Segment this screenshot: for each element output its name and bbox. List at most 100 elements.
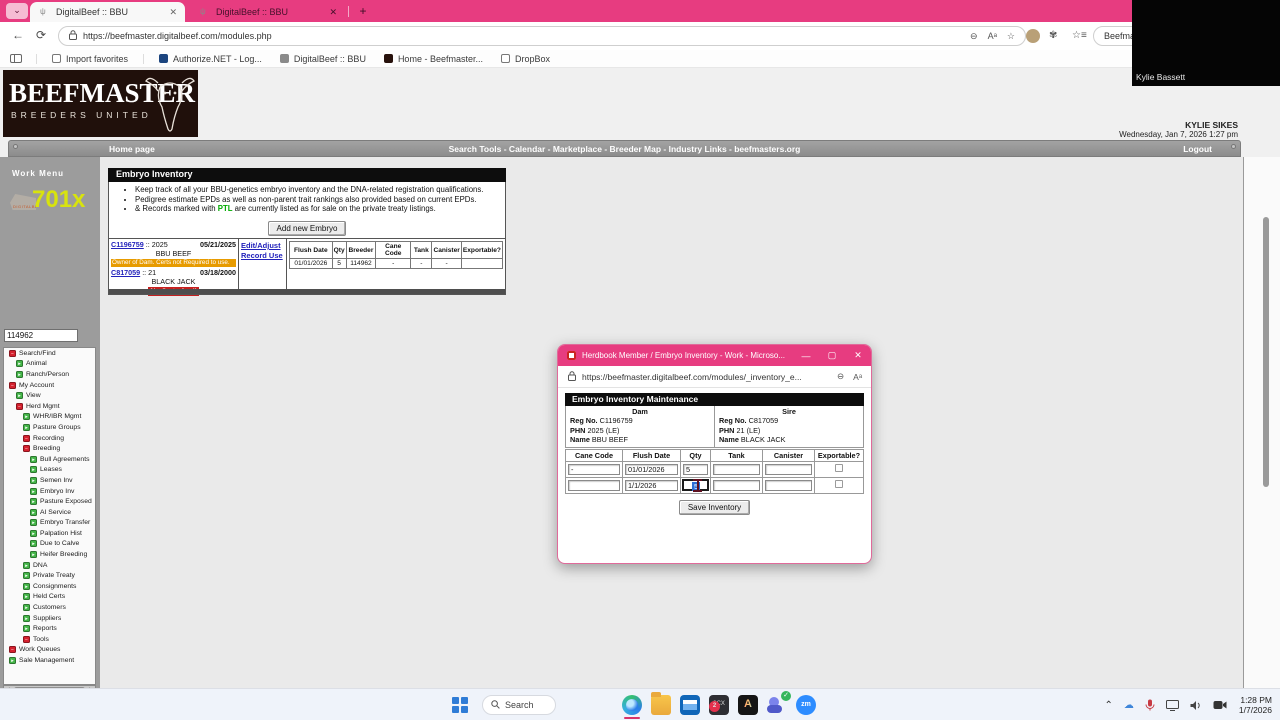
favorite-star-icon[interactable]: ☆ bbox=[1007, 31, 1015, 42]
expand-icon[interactable]: ▸ bbox=[23, 413, 30, 421]
tab-close-icon[interactable]: ✕ bbox=[329, 7, 337, 18]
sidebar-item-heifer-breeding[interactable]: ▸ Heifer Breeding bbox=[4, 549, 95, 560]
sidebar-item-tools[interactable]: − Tools bbox=[4, 634, 95, 645]
sidebar-item-dna[interactable]: ▸ DNA bbox=[4, 560, 95, 571]
tab-close-icon[interactable]: ✕ bbox=[169, 7, 177, 18]
sidebar-item-sale-management[interactable]: ▸ Sale Management bbox=[4, 655, 95, 666]
sidebar-item-embryo-transfer[interactable]: ▸ Embryo Transfer bbox=[4, 518, 95, 529]
qty-input[interactable]: 5 bbox=[683, 463, 708, 475]
canister-input[interactable] bbox=[765, 479, 812, 491]
page-scrollbar-thumb[interactable] bbox=[1263, 217, 1269, 487]
sidebar-item-reports[interactable]: ▸ Reports bbox=[4, 623, 95, 634]
collapse-icon[interactable]: − bbox=[23, 445, 30, 453]
tab-digitalbeef-active[interactable]: ψ DigitalBeef :: BBU ✕ bbox=[30, 2, 185, 22]
address-bar[interactable]: https://beefmaster.digitalbeef.com/modul… bbox=[58, 26, 1026, 46]
sidebar-item-work-queues[interactable]: − Work Queues bbox=[4, 645, 95, 656]
expand-icon[interactable]: ▸ bbox=[9, 657, 16, 665]
bookmark-item[interactable]: Authorize.NET - Log... bbox=[159, 54, 262, 64]
sidebar-item-leases[interactable]: ▸ Leases bbox=[4, 465, 95, 476]
back-button[interactable]: ← bbox=[12, 28, 24, 42]
zoom-out-icon[interactable]: ⊖ bbox=[970, 31, 978, 42]
favorites-hub-icon[interactable]: ☆≡ bbox=[1072, 30, 1087, 41]
sidebar-item-pasture-exposed[interactable]: ▸ Pasture Exposed bbox=[4, 496, 95, 507]
tab-search-menu-button[interactable]: ⌄ bbox=[6, 3, 28, 19]
network-display-icon[interactable] bbox=[1165, 699, 1179, 711]
zoom-app-icon[interactable]: zm bbox=[796, 695, 816, 715]
read-aloud-icon[interactable]: Aᵃ bbox=[853, 372, 862, 382]
sidebar-item-whr-ibr-mgmt[interactable]: ▸ WHR/IBR Mgmt bbox=[4, 412, 95, 423]
qty-input-focused[interactable]: 5 bbox=[682, 479, 709, 492]
taskbar-search[interactable]: Search bbox=[482, 695, 556, 715]
read-aloud-icon[interactable]: Aᵃ bbox=[988, 31, 997, 41]
sidebar-item-recording[interactable]: − Recording bbox=[4, 433, 95, 444]
popup-address-bar[interactable]: https://beefmaster.digitalbeef.com/modul… bbox=[558, 366, 871, 388]
tank-input[interactable] bbox=[713, 463, 760, 475]
bookmark-item[interactable]: DropBox bbox=[500, 54, 550, 64]
sidebar-item-customers[interactable]: ▸ Customers bbox=[4, 602, 95, 613]
expand-icon[interactable]: ▸ bbox=[30, 498, 37, 506]
expand-icon[interactable]: ▸ bbox=[23, 423, 30, 431]
cane-code-input[interactable]: - bbox=[568, 463, 620, 475]
home-page-link[interactable]: Home page bbox=[109, 144, 155, 154]
site-avatar[interactable] bbox=[1026, 29, 1040, 43]
dam-reg-link[interactable]: C1196759 bbox=[111, 240, 144, 249]
sidebar-item-due-to-calve[interactable]: ▸ Due to Calve bbox=[4, 539, 95, 550]
sidebar-item-ranch-person[interactable]: ▸ Ranch/Person bbox=[4, 369, 95, 380]
collapse-icon[interactable]: − bbox=[9, 381, 16, 389]
expand-icon[interactable]: ▸ bbox=[16, 370, 23, 378]
new-tab-button[interactable]: + bbox=[355, 3, 371, 19]
sidebar-item-breeding[interactable]: − Breeding bbox=[4, 443, 95, 454]
expand-icon[interactable]: ▸ bbox=[30, 519, 37, 527]
sidebar-item-bull-agreements[interactable]: ▸ Bull Agreements bbox=[4, 454, 95, 465]
sidebar-item-palpation-hist[interactable]: ▸ Palpation Hist bbox=[4, 528, 95, 539]
notification-app-icon[interactable]: 3CX2 bbox=[709, 695, 729, 715]
onedrive-icon[interactable]: ☁ bbox=[1124, 700, 1134, 711]
expand-icon[interactable]: ▸ bbox=[30, 487, 37, 495]
sidebar-panel-icon[interactable] bbox=[10, 54, 22, 63]
minimize-button[interactable]: — bbox=[793, 351, 819, 361]
expand-icon[interactable]: ▸ bbox=[16, 360, 23, 368]
expand-icon[interactable]: ▸ bbox=[23, 572, 30, 580]
sidebar-item-private-treaty[interactable]: ▸ Private Treaty bbox=[4, 570, 95, 581]
sidebar-item-embryo-inv[interactable]: ▸ Embryo Inv bbox=[4, 486, 95, 497]
expand-icon[interactable]: ▸ bbox=[30, 476, 37, 484]
tray-chevron-icon[interactable]: ⌃ bbox=[1105, 700, 1113, 711]
cane-code-input[interactable] bbox=[568, 479, 620, 491]
refresh-button[interactable]: ⟳ bbox=[36, 28, 46, 42]
sidebar-item-ai-service[interactable]: ▸ AI Service bbox=[4, 507, 95, 518]
flush-date-input[interactable]: 1/1/2026 bbox=[625, 479, 678, 491]
maximize-button[interactable]: ▢ bbox=[819, 350, 845, 361]
collapse-icon[interactable]: − bbox=[9, 646, 16, 654]
edge-app-icon[interactable] bbox=[622, 695, 642, 719]
speaker-icon[interactable] bbox=[1190, 700, 1202, 711]
close-button[interactable]: ✕ bbox=[845, 350, 871, 361]
sidebar-item-my-account[interactable]: − My Account bbox=[4, 380, 95, 391]
navbar-links[interactable]: Search Tools - Calendar - Marketplace - … bbox=[9, 144, 1240, 154]
popup-titlebar[interactable]: Herdbook Member / Embryo Inventory - Wor… bbox=[558, 345, 871, 366]
expand-icon[interactable]: ▸ bbox=[30, 540, 37, 548]
camera-icon[interactable] bbox=[1213, 700, 1227, 710]
sidebar-item-search-find[interactable]: − Search/Find bbox=[4, 348, 95, 359]
bookmark-item[interactable]: Home - Beefmaster... bbox=[383, 54, 483, 64]
taskbar-clock[interactable]: 1:28 PM 1/7/2026 bbox=[1239, 695, 1272, 715]
expand-icon[interactable]: ▸ bbox=[30, 529, 37, 537]
collapse-icon[interactable]: − bbox=[23, 434, 30, 442]
expand-icon[interactable]: ▸ bbox=[30, 455, 37, 463]
logout-link[interactable]: Logout bbox=[1183, 144, 1212, 154]
sidebar-item-pasture-groups[interactable]: ▸ Pasture Groups bbox=[4, 422, 95, 433]
canister-input[interactable] bbox=[765, 463, 812, 475]
expand-icon[interactable]: ▸ bbox=[23, 625, 30, 633]
extensions-icon[interactable]: ✾ bbox=[1049, 30, 1057, 41]
sidebar-item-view[interactable]: ▸ View bbox=[4, 390, 95, 401]
collapse-icon[interactable]: − bbox=[9, 349, 16, 357]
bookmark-item[interactable]: DigitalBeef :: BBU bbox=[279, 54, 366, 64]
collapse-icon[interactable]: − bbox=[16, 402, 23, 410]
teams-icon[interactable]: ✓ bbox=[767, 691, 791, 715]
sidebar-search-input[interactable] bbox=[4, 329, 78, 342]
add-new-embryo-button[interactable]: Add new Embryo bbox=[267, 221, 347, 236]
expand-icon[interactable]: ▸ bbox=[23, 614, 30, 622]
exportable-checkbox[interactable] bbox=[835, 480, 843, 488]
sidebar-item-semen-inv[interactable]: ▸ Semen Inv bbox=[4, 475, 95, 486]
expand-icon[interactable]: ▸ bbox=[23, 604, 30, 612]
expand-icon[interactable]: ▸ bbox=[16, 392, 23, 400]
